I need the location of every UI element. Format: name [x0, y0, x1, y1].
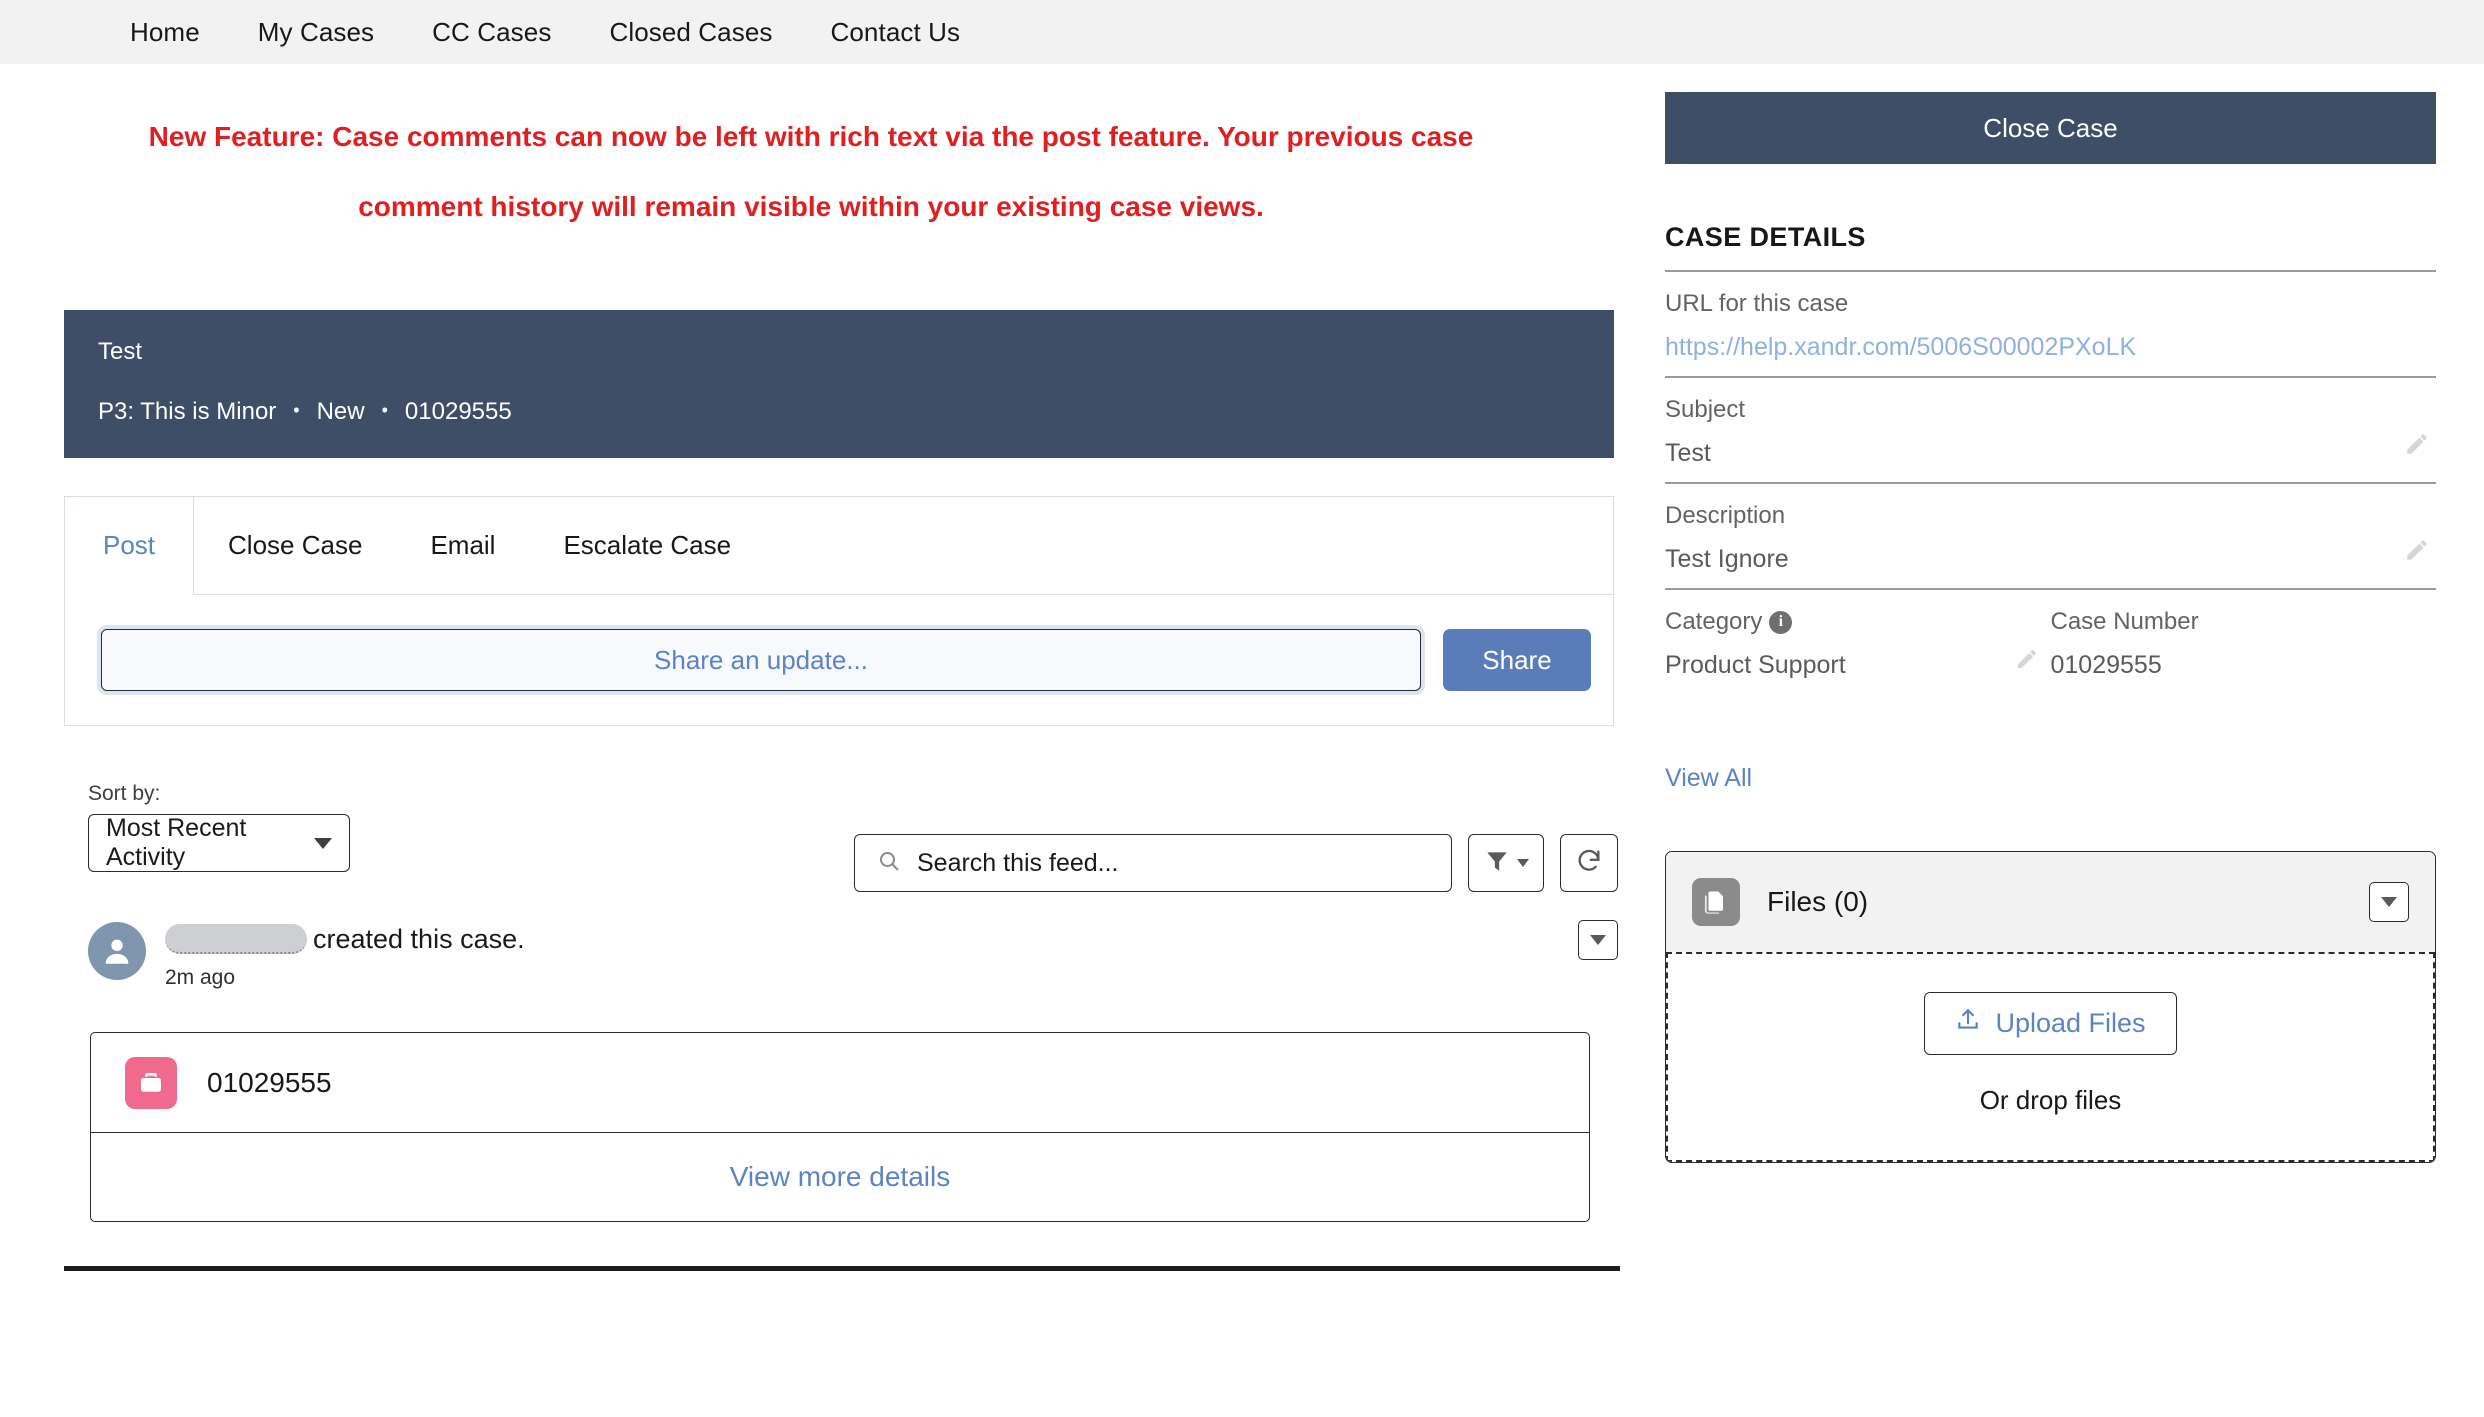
share-button[interactable]: Share: [1443, 629, 1591, 691]
announcement-banner: New Feature: Case comments can now be le…: [0, 64, 1620, 262]
field-case-number: Case Number 01029555: [2017, 608, 2437, 680]
tab-close-case[interactable]: Close Case: [194, 497, 397, 595]
files-panel-header: Files (0): [1666, 852, 2435, 952]
field-value: Test Ignore: [1665, 545, 1789, 573]
case-meta: P3: This is Minor • New • 01029555: [98, 398, 1580, 426]
search-icon: [877, 849, 901, 878]
field-label: Category i: [1665, 608, 2051, 636]
announcement-line-2: comment history will remain visible with…: [358, 191, 1264, 222]
chevron-down-icon: [2381, 897, 2397, 907]
announcement-line-1: New Feature: Case comments can now be le…: [148, 121, 1474, 152]
sidebar: Close Case CASE DETAILS URL for this cas…: [1620, 64, 2484, 1163]
feed-item-header: created this case. 2m ago: [88, 920, 1618, 990]
field-url-for-this-case: URL for this case https://help.xandr.com…: [1665, 272, 2436, 376]
field-category: Category i Product Support: [1665, 608, 2051, 680]
publisher-tabs: Post Close Case Email Escalate Case: [65, 497, 1613, 595]
main-column: New Feature: Case comments can now be le…: [0, 64, 1620, 1271]
field-subject: Subject Test: [1665, 378, 2436, 482]
chevron-down-icon: [314, 837, 332, 849]
sort-by-label: Sort by:: [88, 782, 161, 805]
nav-item-cc-cases[interactable]: CC Cases: [432, 17, 551, 48]
files-panel: Files (0) Upload Files Or drop files: [1665, 851, 2436, 1163]
case-details-heading: CASE DETAILS: [1665, 222, 1866, 252]
feed-item: created this case. 2m ago: [88, 920, 1618, 990]
separator-dot: •: [381, 400, 388, 420]
view-all-link[interactable]: View All: [1665, 764, 1752, 793]
files-title: Files (0): [1767, 886, 1869, 917]
case-title: Test: [98, 338, 143, 365]
search-cluster: [854, 834, 1618, 892]
nav-item-contact-us[interactable]: Contact Us: [831, 17, 961, 48]
chevron-down-icon: [1516, 859, 1529, 867]
field-label: Subject: [1665, 396, 1746, 423]
separator-dot: •: [293, 400, 300, 420]
share-row: Share an update... Share: [65, 595, 1613, 725]
feed-action-text: created this case.: [313, 924, 525, 954]
record-preview-card: 01029555 View more details: [90, 1032, 1590, 1222]
nav-item-my-cases[interactable]: My Cases: [258, 17, 374, 48]
edit-pencil-icon[interactable]: [2404, 537, 2430, 568]
case-url-link[interactable]: https://help.xandr.com/5006S00002PXoLK: [1665, 333, 2436, 362]
info-icon[interactable]: i: [1769, 610, 1793, 634]
category-label-text: Category: [1665, 608, 1763, 635]
nav-item-home[interactable]: Home: [130, 17, 200, 48]
feed-controls: Sort by: Most Recent Activity: [88, 782, 1618, 892]
page-body: New Feature: Case comments can now be le…: [0, 64, 2484, 1271]
search-feed-box[interactable]: [854, 834, 1452, 892]
field-value: Product Support: [1665, 651, 1846, 679]
share-update-input[interactable]: Share an update...: [101, 629, 1421, 691]
file-dropzone[interactable]: Upload Files Or drop files: [1666, 952, 2435, 1162]
feed-item-line: created this case.: [165, 922, 525, 956]
field-value: Test: [1665, 439, 1711, 467]
feed-item-text: created this case. 2m ago: [165, 920, 525, 990]
tab-escalate-case[interactable]: Escalate Case: [529, 497, 766, 595]
record-number: 01029555: [207, 1066, 332, 1098]
sort-by-select[interactable]: Most Recent Activity: [88, 814, 350, 872]
tab-post[interactable]: Post: [65, 497, 195, 595]
edit-pencil-icon[interactable]: [2404, 431, 2430, 462]
upload-files-button[interactable]: Upload Files: [1924, 992, 2177, 1055]
upload-files-label: Upload Files: [1995, 1008, 2146, 1038]
field-value: 01029555: [2050, 651, 2162, 679]
filter-icon: [1484, 848, 1510, 879]
field-label: Case Number: [2050, 608, 2199, 635]
tabs-filler: [765, 497, 1613, 595]
drop-files-text: Or drop files: [1979, 1085, 2122, 1115]
actor-name-redacted[interactable]: [165, 924, 307, 954]
field-label: URL for this case: [1665, 290, 1849, 317]
avatar[interactable]: [88, 922, 146, 980]
search-input[interactable]: [915, 847, 1429, 879]
top-navigation-bar: Home My Cases CC Cases Closed Cases Cont…: [0, 0, 2484, 64]
publisher-panel: Post Close Case Email Escalate Case Shar…: [64, 496, 1614, 726]
field-description: Description Test Ignore: [1665, 484, 2436, 588]
upload-icon: [1955, 1007, 1981, 1040]
tab-email[interactable]: Email: [396, 497, 530, 595]
view-more-details-link[interactable]: View more details: [91, 1133, 1589, 1221]
case-header-banner: Test P3: This is Minor • New • 01029555: [64, 310, 1614, 458]
files-panel-toggle-button[interactable]: [2369, 882, 2409, 922]
feed-timestamp: 2m ago: [165, 966, 236, 989]
chevron-down-icon: [1590, 935, 1606, 945]
bottom-divider: [64, 1266, 1620, 1271]
field-row-category-case-number: Category i Product Support Case Number 0…: [1665, 590, 2436, 690]
case-priority: P3: This is Minor: [98, 398, 277, 425]
case-number: 01029555: [404, 398, 512, 425]
nav-item-closed-cases[interactable]: Closed Cases: [609, 17, 772, 48]
sort-by-value: Most Recent Activity: [106, 814, 247, 871]
refresh-button[interactable]: [1560, 834, 1618, 892]
refresh-icon: [1575, 847, 1603, 880]
field-label: Description: [1665, 502, 1786, 529]
feed-item-menu-button[interactable]: [1578, 920, 1618, 960]
case-status: New: [316, 398, 365, 425]
files-icon: [1692, 878, 1740, 926]
edit-pencil-icon[interactable]: [2015, 647, 2039, 676]
record-card-body: 01029555: [91, 1033, 1589, 1133]
close-case-button[interactable]: Close Case: [1665, 92, 2436, 164]
briefcase-icon: [125, 1056, 177, 1109]
filter-button[interactable]: [1468, 834, 1544, 892]
